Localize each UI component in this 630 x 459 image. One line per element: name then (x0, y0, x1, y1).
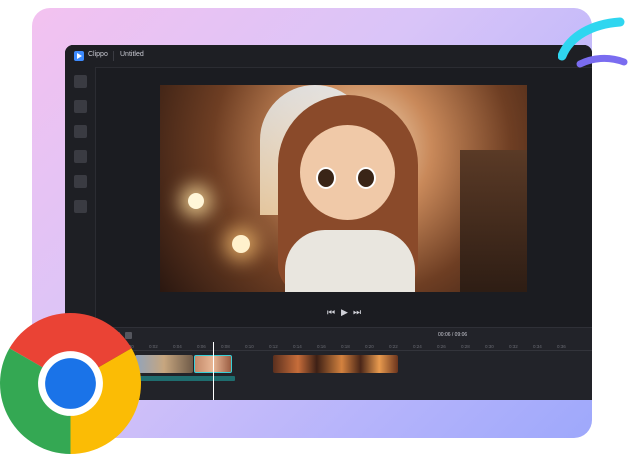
clippo-logo-icon (74, 51, 84, 61)
ruler-tick-label: 0:08 (221, 344, 230, 349)
project-title[interactable]: Untitled (120, 51, 144, 58)
title-divider (113, 51, 114, 61)
decorative-swoosh-icon (558, 17, 628, 68)
sidebar-tool-2-icon[interactable] (74, 100, 87, 113)
video-clip-landscape[interactable] (135, 355, 193, 373)
audio-track[interactable] (135, 376, 235, 381)
skip-back-icon[interactable]: ⏮ (327, 307, 335, 317)
chrome-logo-icon (0, 313, 141, 454)
character-face (300, 125, 395, 220)
ruler-tick-label: 0:22 (389, 344, 398, 349)
play-icon[interactable]: ▶ (341, 307, 348, 317)
timeline-panel: 00:06 / 09:06 0:000:020:040:060:080:100:… (65, 327, 592, 400)
editor-window: Clippo Untitled ⏮ ▶ ⏭ 00:06 / 09:06 0:00… (65, 45, 592, 400)
video-preview[interactable] (160, 85, 527, 292)
bookshelf (460, 150, 527, 292)
sidebar-tool-3-icon[interactable] (74, 125, 87, 138)
sidebar-tool-4-icon[interactable] (74, 150, 87, 163)
ruler-tick-label: 0:28 (461, 344, 470, 349)
ruler-tick-label: 0:26 (437, 344, 446, 349)
skip-forward-icon[interactable]: ⏭ (353, 307, 361, 317)
ruler-tick-label: 0:06 (197, 344, 206, 349)
ruler-tick-label: 0:24 (413, 344, 422, 349)
ruler-tick-label: 0:36 (557, 344, 566, 349)
tool-sidebar (65, 67, 96, 327)
ruler-tick-label: 0:16 (317, 344, 326, 349)
character-eye-left (316, 167, 336, 189)
timecode: 00:06 / 09:06 (438, 332, 468, 338)
ruler-tick-label: 0:04 (173, 344, 182, 349)
character-eye-right (356, 167, 376, 189)
ruler-tick-label: 0:32 (509, 344, 518, 349)
sidebar-tool-6-icon[interactable] (74, 200, 87, 213)
ruler-tick-label: 0:02 (149, 344, 158, 349)
ruler-tick-label: 0:12 (269, 344, 278, 349)
ruler-tick-label: 0:10 (245, 344, 254, 349)
sidebar-tool-5-icon[interactable] (74, 175, 87, 188)
video-clip-scene[interactable] (273, 355, 398, 373)
ruler-tick-label: 0:30 (485, 344, 494, 349)
timeline-ruler[interactable]: 0:000:020:040:060:080:100:120:140:160:18… (125, 342, 592, 351)
ruler-tick-label: 0:14 (293, 344, 302, 349)
lamp-light (188, 193, 204, 209)
ruler-tick-label: 0:34 (533, 344, 542, 349)
ruler-tick-label: 0:20 (365, 344, 374, 349)
ruler-tick-label: 0:18 (341, 344, 350, 349)
app-name: Clippo (88, 51, 108, 58)
playhead[interactable] (213, 342, 214, 400)
sidebar-tool-1-icon[interactable] (74, 75, 87, 88)
title-bar: Clippo Untitled (65, 45, 592, 68)
character-shirt (285, 230, 415, 292)
lamp-light-2 (232, 235, 250, 253)
